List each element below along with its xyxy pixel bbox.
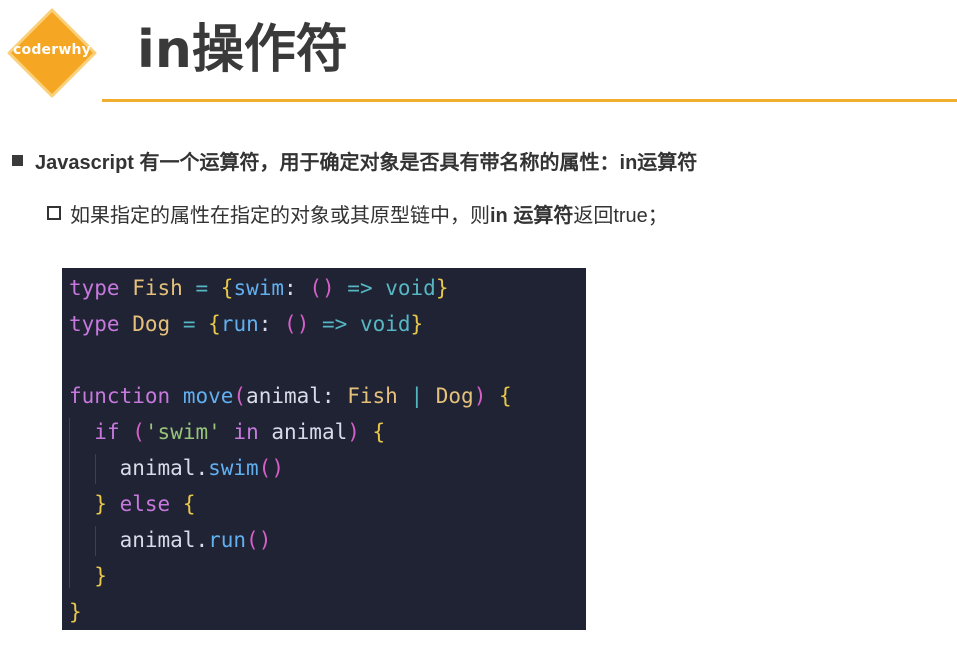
hollow-square-bullet-icon	[47, 206, 61, 220]
page-title: in操作符	[137, 20, 348, 80]
code-line: } else {	[94, 492, 196, 516]
indent-guide	[95, 454, 96, 484]
bullet-level1-text: Javascript 有一个运算符，用于确定对象是否具有带名称的属性：in运算符	[35, 151, 698, 174]
indent-guide	[69, 418, 70, 588]
bullet-level2-bold: in 运算符	[490, 204, 574, 227]
bullet-level2: 如果指定的属性在指定的对象或其原型链中，则in 运算符返回true；	[47, 198, 668, 228]
code-line: type Dog = {run: () => void}	[69, 312, 424, 336]
bullet-level2-prefix: 如果指定的属性在指定的对象或其原型链中，则	[70, 204, 490, 227]
bullet-level2-text: 如果指定的属性在指定的对象或其原型链中，则in 运算符返回true；	[70, 199, 668, 228]
code-line: }	[94, 564, 107, 588]
title-divider	[102, 99, 957, 102]
code-line: animal.swim()	[119, 456, 284, 480]
code-line: }	[69, 600, 82, 624]
filled-square-bullet-icon	[12, 154, 23, 166]
code-block: type Fish = {swim: () => void} type Dog =…	[62, 268, 586, 630]
coderwhy-logo: coderwhy	[7, 8, 97, 98]
code-line: function move(animal: Fish | Dog) {	[69, 384, 512, 408]
code-line: animal.run()	[119, 528, 272, 552]
indent-guide	[95, 526, 96, 556]
bullet-level2-suffix: 返回true；	[573, 204, 668, 227]
bullet-level1: Javascript 有一个运算符，用于确定对象是否具有带名称的属性：in运算符	[12, 145, 697, 175]
code-line: if ('swim' in animal) {	[94, 420, 386, 444]
logo-text: coderwhy	[13, 42, 91, 58]
code-line: type Fish = {swim: () => void}	[69, 276, 449, 300]
